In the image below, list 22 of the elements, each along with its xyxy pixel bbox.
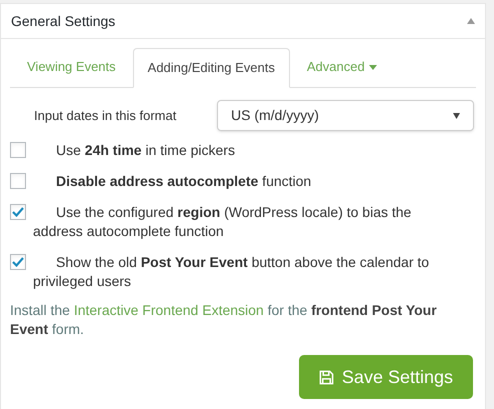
tab[interactable]: Adding/Editing Events <box>132 48 290 88</box>
install-note: Install the Interactive Frontend Extension for the frontend Post Your Event form. <box>10 301 438 339</box>
option-label: Show the old Post Your Event button above the calendar to privileged users <box>33 253 430 291</box>
save-settings-button[interactable]: Save Settings <box>298 355 473 399</box>
checkbox[interactable] <box>10 173 26 189</box>
option-label: Use the configured region (WordPress locale) to bias the address autocomplete function <box>33 203 412 241</box>
tab[interactable]: Advanced <box>290 47 394 87</box>
checkbox[interactable] <box>10 142 26 158</box>
checkbox[interactable] <box>10 204 26 220</box>
collapse-icon[interactable] <box>467 18 475 24</box>
dropdown-icon <box>453 112 460 118</box>
check-icon <box>12 257 24 267</box>
extension-link[interactable]: Interactive Frontend Extension <box>74 302 264 318</box>
tab[interactable]: Viewing Events <box>10 47 133 87</box>
option-label: Disable address autocomplete function <box>55 172 312 191</box>
checkbox[interactable] <box>10 254 26 270</box>
field-label: Input dates in this format <box>33 106 178 125</box>
check-icon <box>12 207 24 217</box>
save-icon <box>318 370 334 384</box>
date-format-select[interactable]: US (m/d/yyyy) <box>217 100 474 131</box>
option-label: Use 24h time in time pickers <box>55 141 236 160</box>
panel-title: General Settings <box>11 12 116 31</box>
